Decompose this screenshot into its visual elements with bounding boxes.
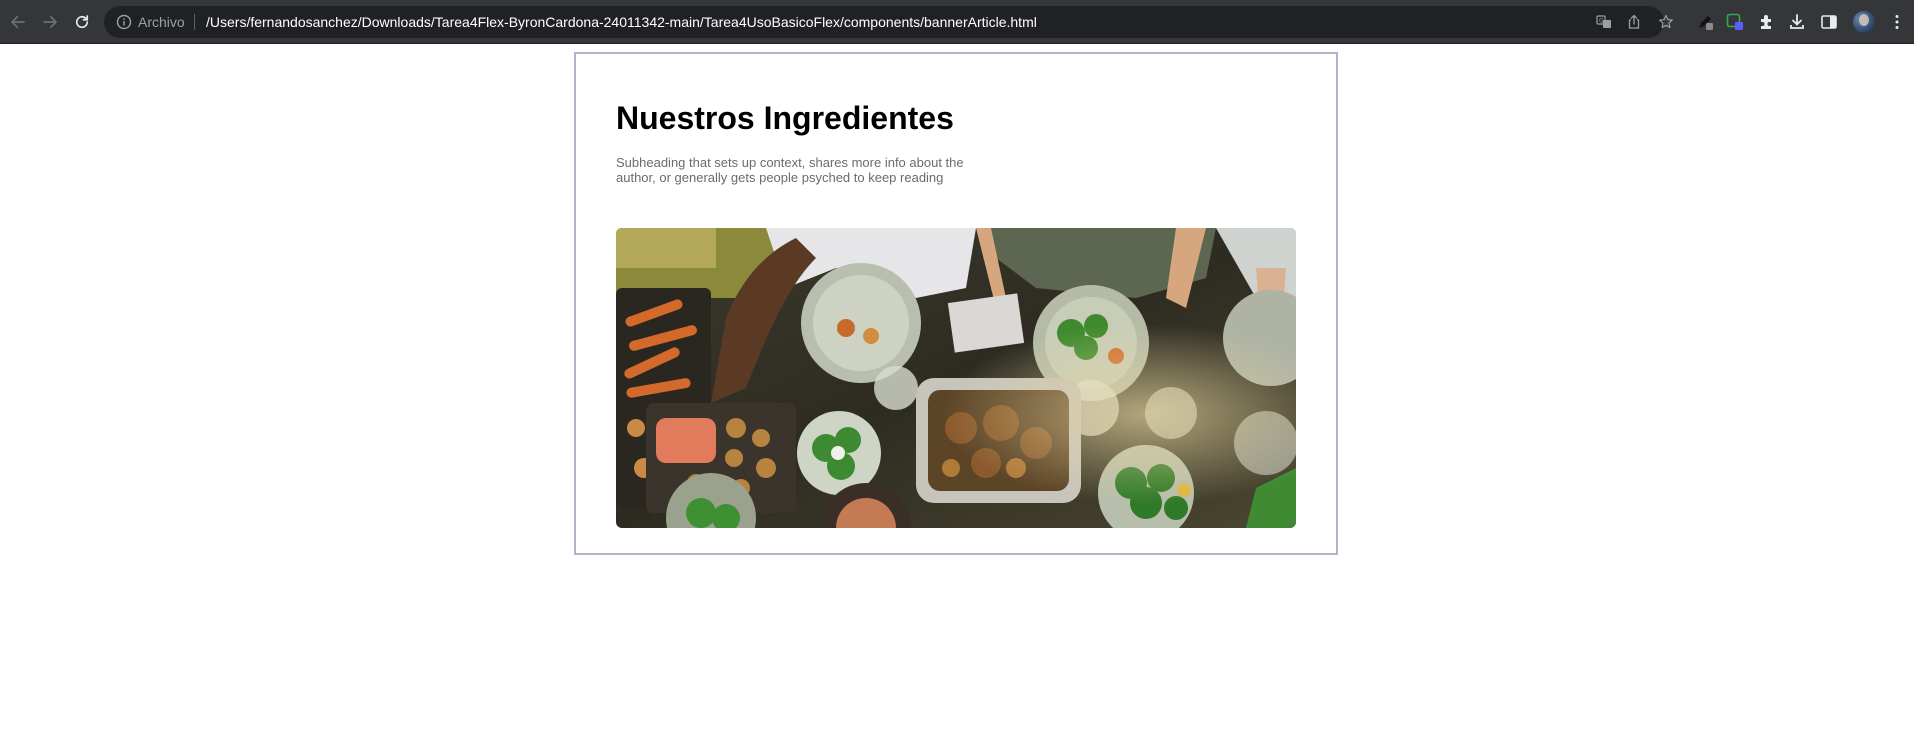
download-icon xyxy=(1790,14,1804,29)
downloads-button[interactable] xyxy=(1786,11,1808,33)
article-title: Nuestros Ingredientes xyxy=(616,100,954,136)
browser-toolbar: Archivo /Users/fernandosanchez/Downloads… xyxy=(0,0,1914,44)
more-vertical-icon xyxy=(1895,15,1899,29)
arrow-right-icon xyxy=(43,15,57,29)
share-button[interactable] xyxy=(1626,14,1642,30)
more-menu-button[interactable] xyxy=(1886,11,1908,33)
translate-icon: G xyxy=(1596,15,1611,28)
arrow-left-icon xyxy=(11,15,25,29)
url-text[interactable]: /Users/fernandosanchez/Downloads/Tarea4F… xyxy=(206,14,1037,30)
bookmark-button[interactable] xyxy=(1658,14,1674,30)
side-panel-icon xyxy=(1821,15,1837,29)
forward-button[interactable] xyxy=(38,10,62,34)
side-panel-button[interactable] xyxy=(1818,11,1840,33)
share-icon xyxy=(1628,14,1640,29)
pen-extension-button[interactable] xyxy=(1694,11,1716,33)
reload-icon xyxy=(75,15,89,29)
back-button[interactable] xyxy=(6,10,30,34)
screen-capture-extension-button[interactable] xyxy=(1724,11,1746,33)
screen-capture-extension-icon xyxy=(1726,13,1743,30)
site-security-label[interactable]: Archivo xyxy=(138,14,185,30)
extensions-button[interactable] xyxy=(1756,11,1778,33)
omnibox-divider xyxy=(194,14,195,30)
profile-avatar[interactable] xyxy=(1853,11,1875,33)
banner-image xyxy=(616,228,1296,528)
extensions-puzzle-icon xyxy=(1761,15,1771,29)
info-icon[interactable] xyxy=(116,14,132,30)
address-bar[interactable]: Archivo /Users/fernandosanchez/Downloads… xyxy=(104,6,1673,38)
banner-article-card: Nuestros Ingredientes Subheading that se… xyxy=(574,52,1338,555)
pen-extension-icon xyxy=(1699,16,1713,30)
translate-button[interactable]: G xyxy=(1596,14,1612,30)
article-subtitle: Subheading that sets up context, shares … xyxy=(616,155,964,185)
svg-text:G: G xyxy=(1599,18,1604,25)
reload-button[interactable] xyxy=(70,10,94,34)
bookmark-star-icon xyxy=(1659,14,1673,29)
